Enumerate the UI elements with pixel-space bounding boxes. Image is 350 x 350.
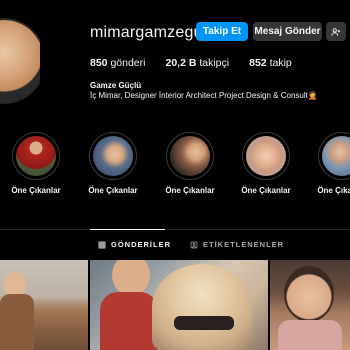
tab-tagged-label: ETİKETLENENLER <box>203 240 285 249</box>
highlight-label: Öne Çıkanlar <box>317 186 350 195</box>
highlight-ring <box>166 132 214 180</box>
highlight-ring <box>242 132 290 180</box>
highlight-label: Öne Çıkanlar <box>165 186 215 195</box>
profile-stats: 850 gönderi 20,2 B takipçi 852 takip <box>90 57 312 69</box>
post-figure <box>174 316 234 330</box>
following-count: 852 <box>249 57 267 69</box>
post-thumbnail[interactable] <box>270 260 350 350</box>
add-person-icon <box>331 27 341 36</box>
tab-tagged[interactable]: ETİKETLENENLER <box>190 240 284 249</box>
follow-button[interactable]: Takip Et <box>196 22 248 41</box>
followers-label: takipçi <box>199 57 230 69</box>
suggest-accounts-button[interactable] <box>326 22 346 41</box>
tab-posts[interactable]: GÖNDERİLER <box>98 240 171 249</box>
post-figure <box>152 264 252 350</box>
post-figure <box>100 292 158 350</box>
tabs-divider <box>0 229 350 230</box>
post-figure <box>278 320 342 350</box>
profile-avatar[interactable] <box>0 18 40 104</box>
highlight-thumbnail <box>246 136 286 176</box>
highlight-ring <box>318 132 350 180</box>
followers-count: 20,2 B <box>165 57 197 69</box>
post-thumbnail[interactable] <box>0 260 88 350</box>
highlight-label: Öne Çıkanlar <box>241 186 291 195</box>
posts-label: gönderi <box>110 57 146 69</box>
stat-following[interactable]: 852 takip <box>249 57 292 69</box>
posts-count: 850 <box>90 57 108 69</box>
message-button[interactable]: Mesaj Gönder <box>253 22 322 41</box>
stat-followers[interactable]: 20,2 B takipçi <box>165 57 229 69</box>
profile-bio: İç Mimar, Designer İnterior Architect Pr… <box>90 91 318 100</box>
profile-avatar-wrapper <box>0 18 40 104</box>
highlight-item[interactable]: Öne Çıkanlar <box>11 132 61 195</box>
tagged-person-icon <box>190 241 198 248</box>
highlight-label: Öne Çıkanlar <box>11 186 61 195</box>
tab-posts-label: GÖNDERİLER <box>111 240 172 249</box>
highlight-ring <box>89 132 137 180</box>
profile-full-name: Gamze Güçlü <box>90 81 142 90</box>
highlight-item[interactable]: Öne Çıkanlar <box>88 132 138 195</box>
post-figure <box>0 294 34 350</box>
active-tab-indicator <box>90 229 165 230</box>
post-figure <box>284 266 334 322</box>
highlight-thumbnail <box>16 136 56 176</box>
highlight-item[interactable]: Öne Çıkanlar <box>317 132 350 195</box>
highlight-thumbnail <box>322 136 350 176</box>
highlight-ring <box>12 132 60 180</box>
post-figure <box>112 260 150 296</box>
following-label: takip <box>269 57 292 69</box>
highlight-item[interactable]: Öne Çıkanlar <box>165 132 215 195</box>
highlight-thumbnail <box>170 136 210 176</box>
highlight-item[interactable]: Öne Çıkanlar <box>241 132 291 195</box>
post-thumbnail[interactable] <box>90 260 268 350</box>
stat-posts: 850 gönderi <box>90 57 145 69</box>
highlight-label: Öne Çıkanlar <box>88 186 138 195</box>
grid-icon <box>98 241 106 248</box>
highlight-thumbnail <box>93 136 133 176</box>
